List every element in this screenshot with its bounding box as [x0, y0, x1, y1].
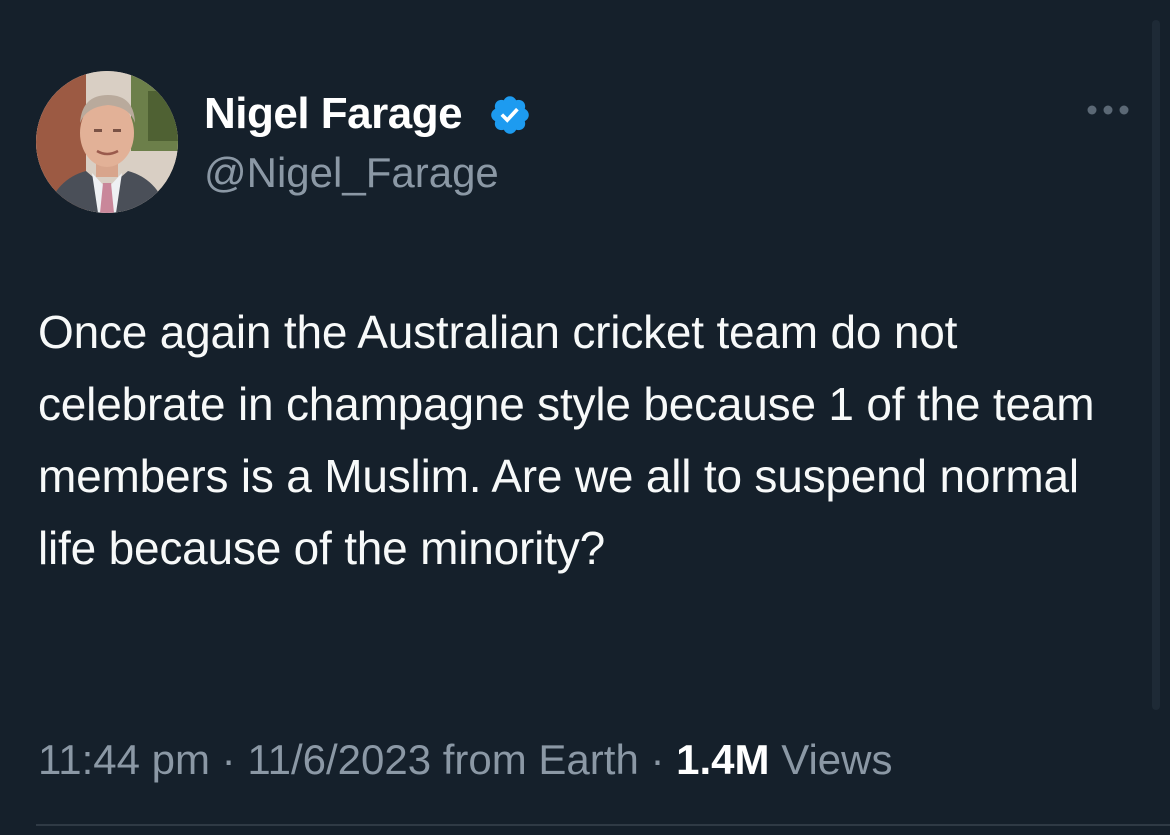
more-options-icon[interactable]: [1084, 96, 1132, 124]
divider: [36, 824, 1170, 826]
meta-separator: ·: [221, 736, 236, 783]
tweet-text: Once again the Australian cricket team d…: [38, 306, 1095, 574]
verified-badge-icon: [491, 96, 529, 134]
tweet-date[interactable]: 11/6/2023: [247, 736, 431, 783]
author-handle[interactable]: @Nigel_Farage: [204, 146, 499, 200]
avatar-photo: [36, 71, 178, 213]
avatar[interactable]: [36, 71, 178, 213]
tweet-card: Nigel Farage @Nigel_Farage Once again th…: [0, 0, 1170, 835]
author-display-name[interactable]: Nigel Farage: [204, 86, 463, 142]
tweet-time[interactable]: 11:44 pm: [38, 736, 210, 783]
meta-separator: ·: [650, 736, 665, 783]
views-label: Views: [781, 736, 893, 783]
views-count[interactable]: 1.4M: [676, 736, 769, 783]
tweet-source: from Earth: [442, 736, 639, 783]
scrollbar[interactable]: [1152, 20, 1160, 710]
tweet-metadata: 11:44 pm · 11/6/2023 from Earth · 1.4M V…: [38, 730, 892, 790]
